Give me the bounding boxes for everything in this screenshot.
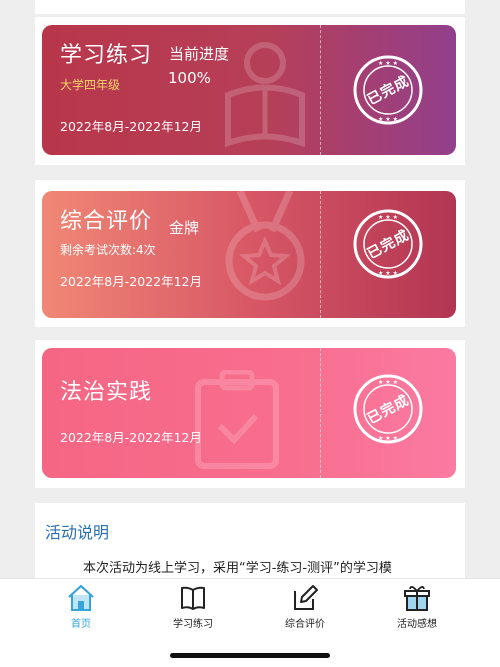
tab-evaluation[interactable]: 综合评价: [260, 583, 350, 630]
card-title: 法治实践: [60, 380, 153, 405]
medal-label: 金牌: [169, 219, 200, 237]
medal-star-icon: [225, 191, 305, 301]
top-panel: [35, 0, 465, 14]
card-divider: [320, 25, 321, 155]
tab-label: 首页: [71, 619, 91, 630]
activity-description-text: 本次活动为线上学习，采用“学习-练习-测评”的学习模: [83, 561, 392, 576]
card-date: 2022年8月-2022年12月: [60, 274, 202, 289]
tab-study-practice[interactable]: 学习练习: [148, 583, 238, 630]
legal-practice-card[interactable]: 法治实践 2022年8月-2022年12月 ★ ★ ★ ★ ★ ★ 已完成: [42, 348, 456, 478]
completed-stamp: ★ ★ ★ ★ ★ ★ 已完成: [353, 55, 423, 125]
card-title: 学习练习: [60, 43, 153, 68]
activity-description-title: 活动说明: [45, 523, 110, 542]
card-date: 2022年8月-2022年12月: [60, 119, 202, 134]
edit-icon: [294, 585, 318, 610]
card-title: 综合评价: [60, 209, 153, 234]
gift-box-icon: [404, 586, 430, 611]
card-divider: [320, 191, 321, 318]
progress-label: 当前进度: [169, 45, 230, 63]
home-indicator: [170, 653, 330, 658]
comprehensive-evaluation-card[interactable]: 综合评价 金牌 剩余考试次数:4次 2022年8月-2022年12月 ★ ★ ★…: [42, 191, 456, 318]
book-icon: [181, 586, 205, 610]
tab-label: 学习练习: [173, 619, 213, 630]
tab-reflections[interactable]: 活动感想: [372, 583, 462, 630]
tab-home[interactable]: 首页: [36, 583, 126, 630]
card-date: 2022年8月-2022年12月: [60, 430, 202, 445]
home-icon: [68, 584, 94, 611]
completed-stamp: ★ ★ ★ ★ ★ ★ 已完成: [353, 374, 423, 444]
card-divider: [320, 348, 321, 478]
grade-tag: 大学四年级: [60, 78, 121, 92]
activity-description-panel: 活动说明 本次活动为线上学习，采用“学习-练习-测评”的学习模: [35, 503, 465, 589]
study-practice-card[interactable]: 学习练习 当前进度 100% 大学四年级 2022年8月-2022年12月 ★ …: [42, 25, 456, 155]
progress-value: 100%: [168, 69, 211, 87]
tab-label: 活动感想: [397, 619, 437, 630]
completed-stamp: ★ ★ ★ ★ ★ ★ 已完成: [353, 209, 423, 279]
remaining-exams: 剩余考试次数:4次: [60, 243, 156, 257]
clipboard-check-icon: [195, 370, 279, 469]
tab-label: 综合评价: [285, 619, 325, 630]
